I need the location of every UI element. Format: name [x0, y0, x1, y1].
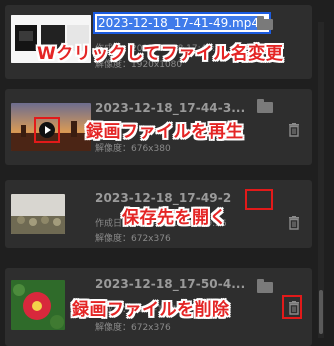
annotation-rename: Wクリックしてファイル名変更: [37, 44, 284, 64]
annotation-delete: 録画ファイルを削除: [72, 300, 230, 320]
play-button[interactable]: [34, 117, 60, 143]
file-title: 2023-12-18_17-44-3...: [95, 101, 246, 115]
trash-highlight: [282, 295, 302, 319]
resolution: 解像度：672x376: [95, 323, 171, 333]
filename-selection: 2023-12-18_17-41-49.mp4: [97, 16, 260, 30]
trash-icon[interactable]: [288, 123, 300, 137]
annotation-open-folder: 保存先を開く: [122, 208, 227, 228]
recording-list: 2023-12-18_17-41-49.mp4 作成日：2023-12-18 1…: [0, 0, 334, 346]
thumbnail-image: [11, 280, 65, 330]
scrollbar[interactable]: [318, 22, 324, 338]
folder-icon[interactable]: [257, 99, 273, 113]
folder-icon[interactable]: [257, 279, 273, 293]
rename-input[interactable]: 2023-12-18_17-41-49.mp4: [93, 12, 271, 34]
file-title: 2023-12-18_17-50-4...: [95, 277, 246, 291]
resolution: 解像度：676x380: [95, 144, 171, 154]
thumbnail[interactable]: [11, 280, 65, 330]
scrollbar-thumb[interactable]: [319, 290, 323, 334]
folder-icon[interactable]: [257, 16, 273, 30]
trash-icon[interactable]: [288, 216, 300, 230]
thumbnail-image: [11, 194, 65, 234]
resolution: 解像度：672x376: [95, 234, 171, 244]
thumbnail[interactable]: [11, 194, 65, 234]
folder-highlight: [245, 189, 273, 210]
annotation-play: 録画ファイルを再生: [86, 122, 244, 142]
play-icon: [39, 122, 55, 138]
